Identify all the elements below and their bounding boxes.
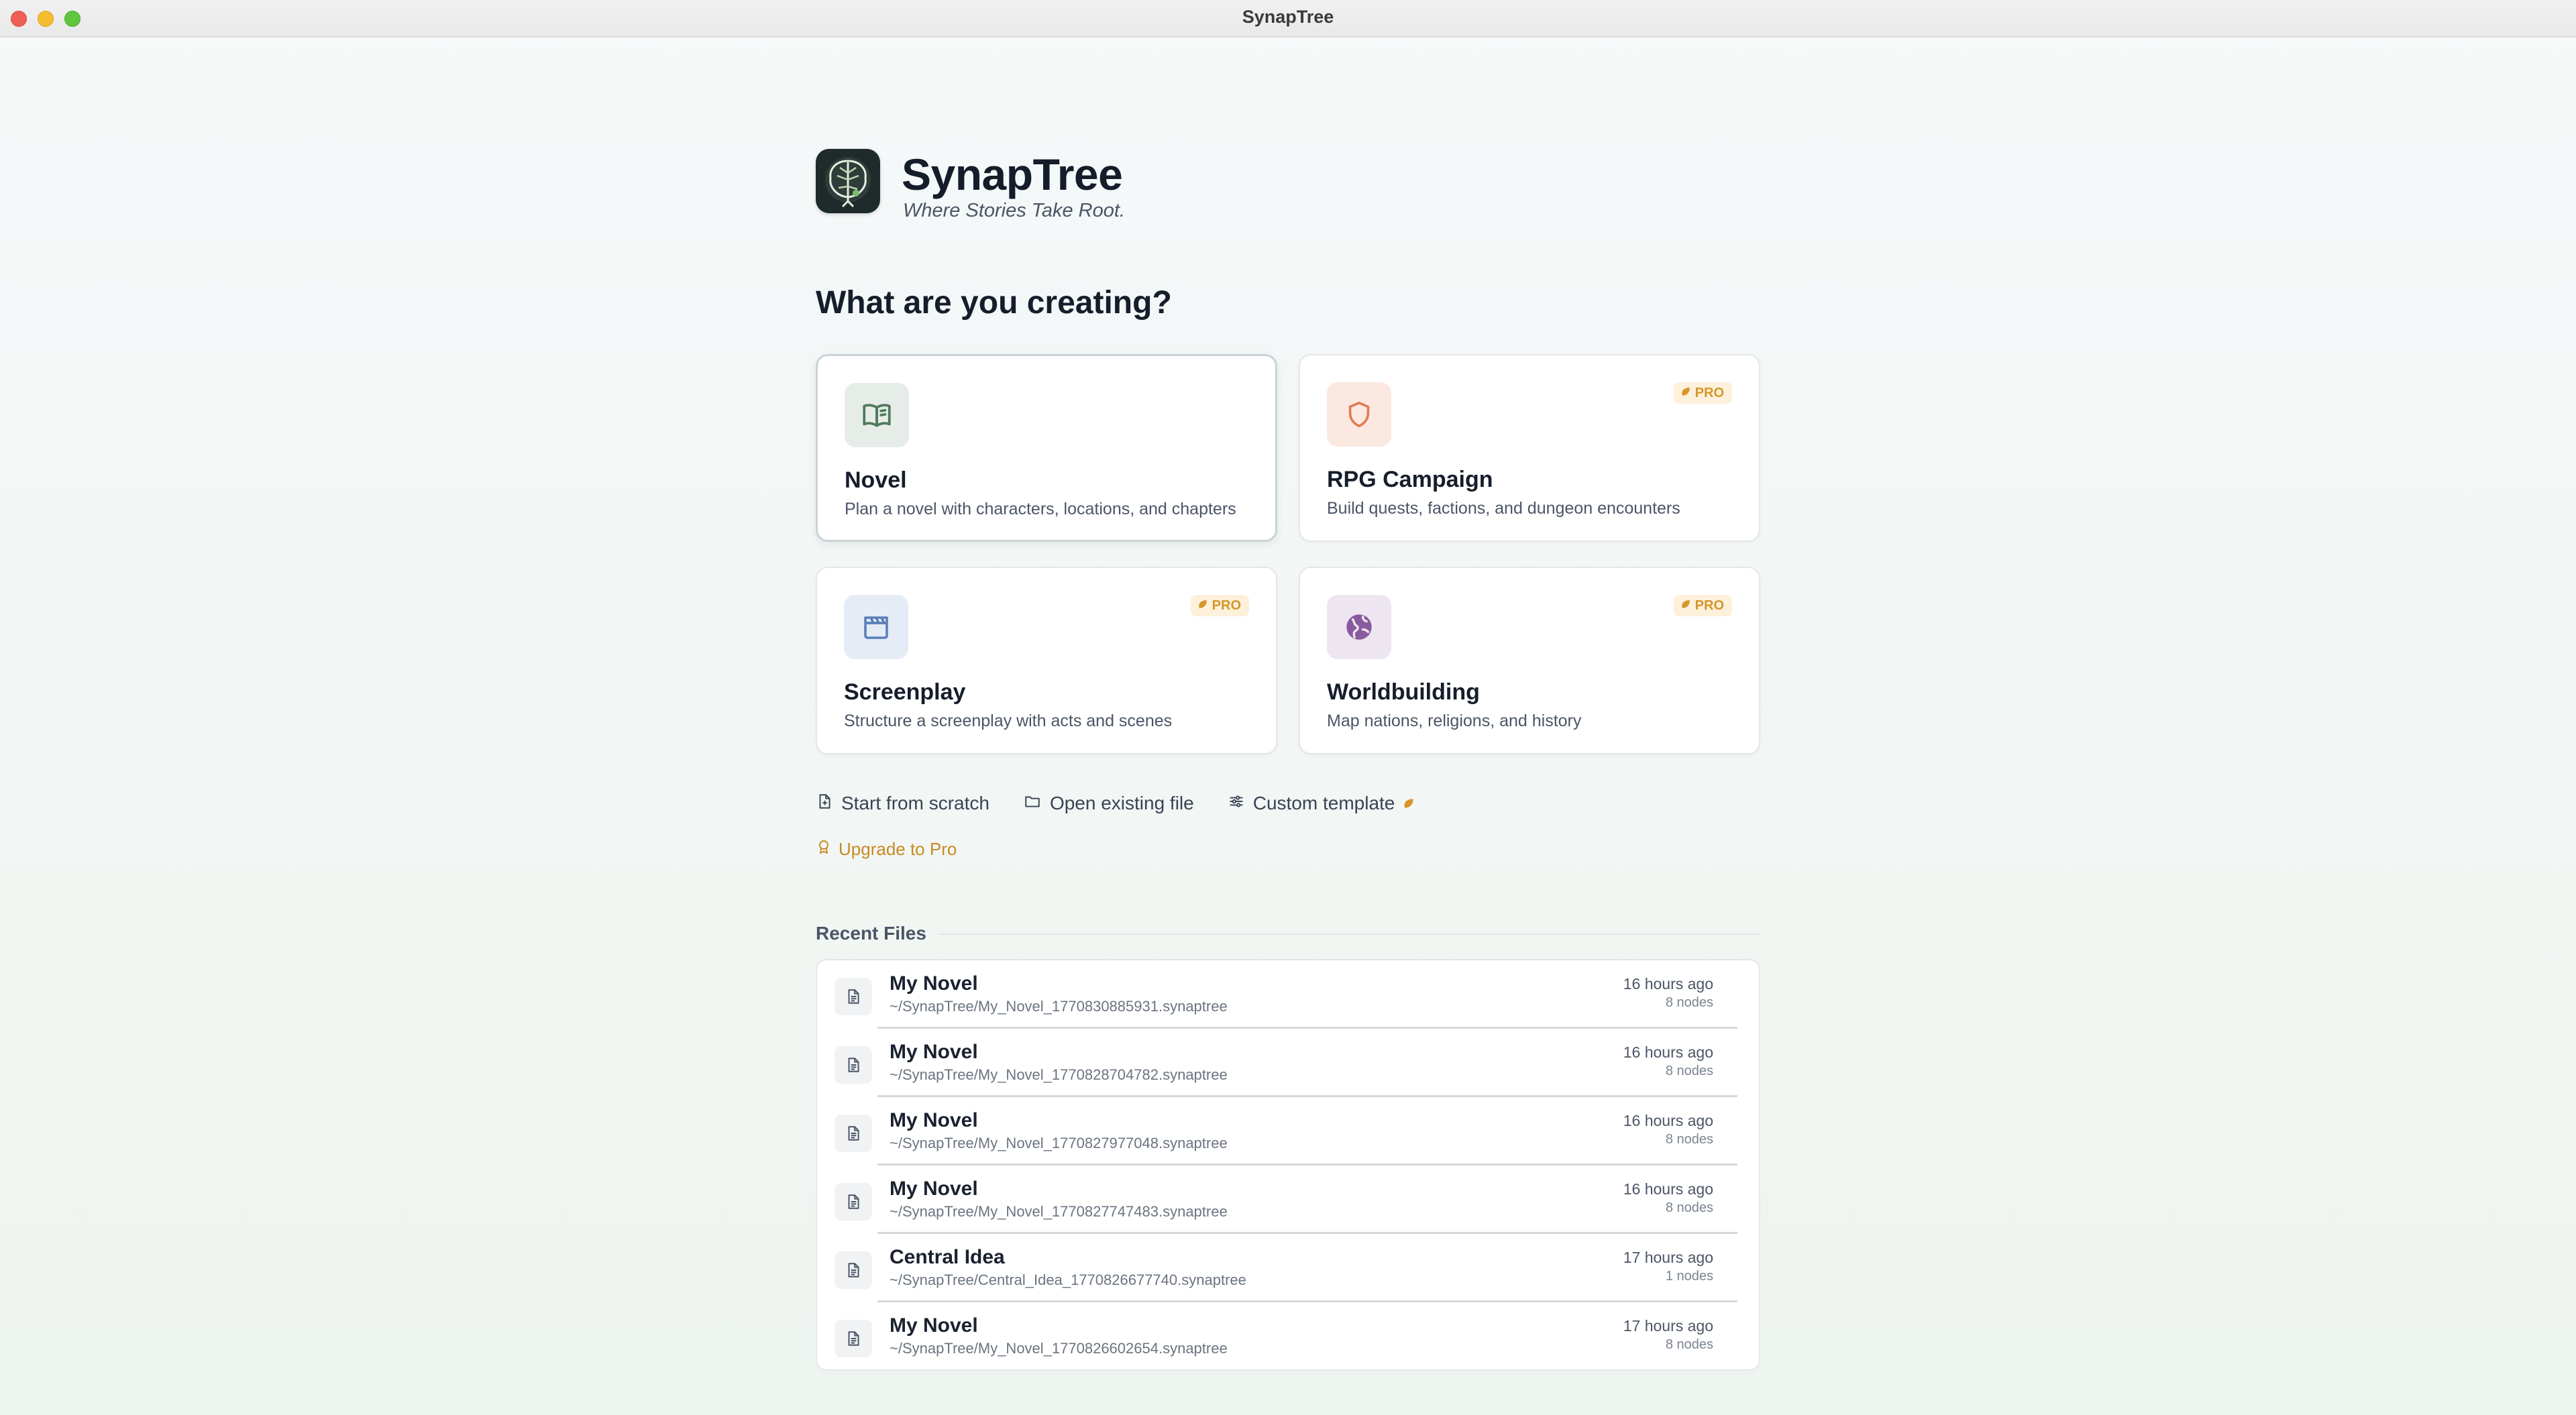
file-node-count: 8 nodes bbox=[1665, 995, 1713, 1010]
clapperboard-icon bbox=[844, 595, 908, 659]
file-path: ~/SynapTree/Central_Idea_1770826677740.s… bbox=[890, 1271, 1246, 1288]
upgrade-label: Upgrade to Pro bbox=[839, 839, 957, 859]
template-card-worldbuilding[interactable]: PRO Worldbuilding Map nations, religions… bbox=[1299, 567, 1760, 754]
file-node-count: 8 nodes bbox=[1665, 1132, 1713, 1147]
file-path: ~/SynapTree/My_Novel_1770826602654.synap… bbox=[890, 1340, 1228, 1357]
document-icon bbox=[835, 1183, 872, 1221]
shield-icon bbox=[1327, 382, 1391, 447]
custom-template-button[interactable]: Custom template bbox=[1228, 793, 1415, 815]
file-name: My Novel bbox=[890, 1041, 978, 1063]
document-icon bbox=[835, 1251, 872, 1289]
start-from-scratch-button[interactable]: Start from scratch bbox=[816, 793, 989, 815]
recent-file-row[interactable]: My Novel ~/SynapTree/My_Novel_1770830885… bbox=[817, 960, 1759, 1029]
card-title: Screenplay bbox=[844, 679, 966, 705]
open-existing-file-label: Open existing file bbox=[1049, 793, 1194, 813]
file-modified-time: 16 hours ago bbox=[1623, 1180, 1713, 1198]
award-icon bbox=[816, 838, 832, 860]
card-description: Map nations, religions, and history bbox=[1327, 712, 1582, 730]
brand-header: SynapTree Where Stories Take Root. bbox=[816, 149, 1285, 221]
recent-file-row[interactable]: My Novel ~/SynapTree/My_Novel_1770827747… bbox=[817, 1166, 1759, 1234]
recent-files-title: Recent Files bbox=[816, 923, 926, 944]
card-title: Worldbuilding bbox=[1327, 679, 1480, 705]
leaf-icon bbox=[1403, 793, 1415, 814]
app-logo bbox=[816, 149, 880, 213]
pro-label: PRO bbox=[1695, 385, 1724, 400]
card-description: Structure a screenplay with acts and sce… bbox=[844, 712, 1173, 730]
recent-file-row[interactable]: My Novel ~/SynapTree/My_Novel_1770828704… bbox=[817, 1029, 1759, 1097]
new-file-icon bbox=[816, 793, 833, 815]
recent-file-row[interactable]: My Novel ~/SynapTree/My_Novel_1770827977… bbox=[817, 1097, 1759, 1166]
custom-template-label: Custom template bbox=[1252, 793, 1395, 813]
file-node-count: 1 nodes bbox=[1665, 1269, 1713, 1284]
leaf-icon bbox=[1197, 598, 1208, 614]
recent-file-row[interactable]: Central Idea ~/SynapTree/Central_Idea_17… bbox=[817, 1234, 1759, 1302]
card-description: Build quests, factions, and dungeon enco… bbox=[1327, 499, 1680, 518]
file-path: ~/SynapTree/My_Novel_1770828704782.synap… bbox=[890, 1066, 1228, 1083]
file-modified-time: 16 hours ago bbox=[1623, 975, 1713, 993]
file-node-count: 8 nodes bbox=[1665, 1200, 1713, 1215]
document-icon bbox=[835, 1320, 872, 1357]
recent-file-row[interactable]: My Novel ~/SynapTree/My_Novel_1770826602… bbox=[817, 1302, 1759, 1369]
document-icon bbox=[835, 1046, 872, 1084]
file-modified-time: 16 hours ago bbox=[1623, 1043, 1713, 1061]
app-name: SynapTree bbox=[902, 150, 1123, 199]
open-existing-file-button[interactable]: Open existing file bbox=[1023, 793, 1194, 815]
file-path: ~/SynapTree/My_Novel_1770827747483.synap… bbox=[890, 1203, 1228, 1220]
file-modified-time: 16 hours ago bbox=[1623, 1112, 1713, 1129]
window-title: SynapTree bbox=[1242, 7, 1334, 27]
pro-label: PRO bbox=[1212, 598, 1241, 613]
pro-badge: PRO bbox=[1190, 595, 1249, 616]
template-card-screenplay[interactable]: PRO Screenplay Structure a screenplay wi… bbox=[816, 567, 1277, 754]
globe-icon bbox=[1327, 595, 1391, 659]
document-icon bbox=[835, 1115, 872, 1152]
file-name: My Novel bbox=[890, 1109, 978, 1131]
card-title: Novel bbox=[845, 467, 907, 493]
pro-badge: PRO bbox=[1673, 382, 1732, 404]
section-title: What are you creating? bbox=[816, 285, 1172, 321]
file-path: ~/SynapTree/My_Novel_1770827977048.synap… bbox=[890, 1135, 1228, 1151]
file-name: My Novel bbox=[890, 972, 978, 995]
file-path: ~/SynapTree/My_Novel_1770830885931.synap… bbox=[890, 998, 1228, 1015]
file-name: My Novel bbox=[890, 1314, 978, 1337]
pro-label: PRO bbox=[1695, 598, 1724, 613]
file-name: Central Idea bbox=[890, 1246, 1005, 1268]
sliders-icon bbox=[1228, 793, 1245, 815]
open-book-icon bbox=[845, 383, 909, 447]
folder-icon bbox=[1023, 793, 1042, 815]
file-node-count: 8 nodes bbox=[1665, 1064, 1713, 1078]
brain-tree-icon bbox=[825, 157, 871, 208]
template-card-novel[interactable]: Novel Plan a novel with characters, loca… bbox=[816, 354, 1277, 542]
leaf-icon bbox=[1680, 598, 1691, 614]
leaf-icon bbox=[1680, 386, 1691, 401]
file-name: My Novel bbox=[890, 1178, 978, 1200]
file-modified-time: 17 hours ago bbox=[1623, 1317, 1713, 1335]
template-card-rpg-campaign[interactable]: PRO RPG Campaign Build quests, factions,… bbox=[1299, 354, 1760, 542]
secondary-actions: Start from scratch Open existing file Cu… bbox=[816, 790, 1415, 817]
start-from-scratch-label: Start from scratch bbox=[841, 793, 989, 813]
title-bar: SynapTree bbox=[0, 0, 2576, 38]
app-tagline: Where Stories Take Root. bbox=[903, 200, 1125, 221]
card-description: Plan a novel with characters, locations,… bbox=[845, 500, 1236, 518]
card-title: RPG Campaign bbox=[1327, 467, 1493, 492]
file-modified-time: 17 hours ago bbox=[1623, 1249, 1713, 1266]
recent-files-header: Recent Files bbox=[816, 921, 1760, 948]
upgrade-to-pro-link[interactable]: Upgrade to Pro bbox=[816, 838, 957, 860]
file-node-count: 8 nodes bbox=[1665, 1337, 1713, 1352]
pro-badge: PRO bbox=[1673, 595, 1732, 616]
recent-files-list: My Novel ~/SynapTree/My_Novel_1770830885… bbox=[816, 959, 1760, 1371]
document-icon bbox=[835, 978, 872, 1015]
divider bbox=[938, 933, 1760, 935]
